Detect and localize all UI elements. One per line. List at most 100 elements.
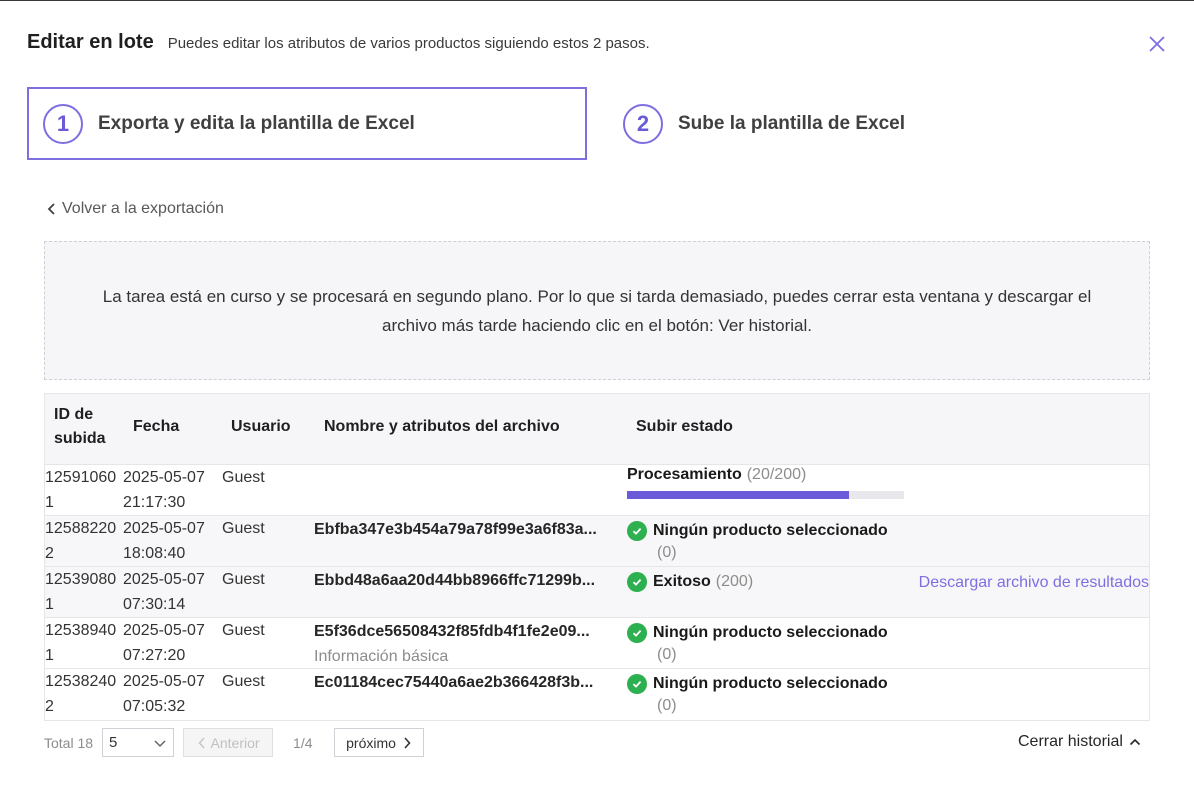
upload-id: 12538240 2 [45, 669, 123, 719]
notice-text: La tarea está en curso y se procesará en… [102, 286, 1092, 335]
close-history-link[interactable]: Cerrar historial [1018, 733, 1141, 751]
back-link-label: Volver a la exportación [62, 200, 224, 217]
check-circle-icon [627, 571, 647, 592]
upload-user: Guest [222, 673, 265, 690]
close-icon[interactable] [1146, 33, 1168, 55]
upload-id-part1: 12538940 [45, 622, 117, 639]
progress-bar [627, 491, 904, 499]
upload-id-part1: 12538240 [45, 673, 117, 690]
upload-date-time: 21:17:30 [123, 494, 186, 511]
upload-id: 12539080 1 [45, 567, 123, 617]
processing-notice: La tarea está en curso y se procesará en… [44, 241, 1150, 380]
upload-user: Guest [222, 469, 265, 486]
upload-date: 2025-05-07 07:30:14 [123, 567, 223, 617]
upload-date-day: 2025-05-07 [123, 520, 205, 537]
status-count: (0) [657, 646, 677, 663]
upload-date-time: 07:30:14 [123, 596, 186, 613]
next-page-button[interactable]: próximo [334, 728, 425, 757]
check-circle-icon [627, 622, 647, 643]
status-text: Procesamiento [627, 466, 742, 483]
previous-page-label: Anterior [210, 734, 260, 751]
upload-date: 2025-05-07 18:08:40 [123, 516, 223, 566]
header-date: Fecha [133, 418, 180, 435]
upload-status: Procesamiento (20/200) [627, 462, 904, 499]
file-cell: Ebbd48a6aa20d44bb8966ffc71299b... [314, 568, 624, 593]
dialog-title: Editar en lote [27, 31, 154, 53]
header-user: Usuario [231, 418, 291, 435]
status-text: Ningún producto seleccionado [653, 624, 888, 641]
upload-date-day: 2025-05-07 [123, 622, 205, 639]
upload-date-day: 2025-05-07 [123, 673, 205, 690]
previous-page-button[interactable]: Anterior [183, 728, 274, 757]
status-count: (0) [657, 544, 677, 561]
upload-id-part2: 1 [45, 596, 54, 613]
file-attribute: Información básica [314, 648, 449, 665]
step-2[interactable]: 2 Sube la plantilla de Excel [605, 87, 1165, 160]
upload-status: Ningún producto seleccionado (0) [627, 620, 888, 665]
upload-date: 2025-05-07 21:17:30 [123, 465, 223, 515]
file-name: Ebbd48a6aa20d44bb8966ffc71299b... [314, 572, 596, 589]
upload-id-part2: 1 [45, 647, 54, 664]
step-1-number: 1 [43, 103, 83, 144]
file-name: Ebfba347e3b454a79a78f99e3a6f83a... [314, 521, 597, 538]
file-name: Ec01184cec75440a6ae2b366428f3b... [314, 674, 594, 691]
check-circle-icon [627, 520, 647, 541]
table-row: 12588220 2 2025-05-07 18:08:40 Guest Ebf… [45, 516, 1149, 567]
page-size-value: 5 [109, 734, 118, 751]
status-count: (200) [715, 573, 754, 590]
upload-user: Guest [222, 622, 265, 639]
upload-id: 12538940 1 [45, 618, 123, 668]
header-file: Nombre y atributos del archivo [324, 418, 560, 435]
table-header: ID de subida Fecha Usuario Nombre y atri… [45, 394, 1149, 465]
table-row: 12539080 1 2025-05-07 07:30:14 Guest Ebb… [45, 567, 1149, 618]
upload-id-part2: 2 [45, 698, 54, 715]
status-text: Ningún producto seleccionado [653, 522, 888, 539]
next-page-label: próximo [346, 734, 396, 751]
pagination: Total 18 5 Anterior 1/4 próximo [44, 728, 425, 757]
dialog-subtitle: Puedes editar los atributos de varios pr… [167, 35, 650, 52]
upload-user: Guest [222, 520, 265, 537]
file-cell: Ec01184cec75440a6ae2b366428f3b... [314, 670, 624, 695]
step-1[interactable]: 1 Exporta y edita la plantilla de Excel [27, 87, 587, 160]
upload-date-time: 07:27:20 [123, 647, 186, 664]
file-name: E5f36dce56508432f85fdb4f1fe2e09... [314, 623, 590, 640]
table-row: 12591060 1 2025-05-07 21:17:30 Guest Pro… [45, 465, 1149, 516]
status-text: Ningún producto seleccionado [653, 675, 888, 692]
page-size-select[interactable]: 5 [102, 728, 175, 757]
chevron-left-icon [197, 736, 205, 749]
top-border [0, 0, 1194, 1]
table-row: 12538940 1 2025-05-07 07:27:20 Guest E5f… [45, 618, 1149, 669]
file-cell: Ebfba347e3b454a79a78f99e3a6f83a... [314, 517, 624, 542]
upload-history-table: ID de subida Fecha Usuario Nombre y atri… [44, 393, 1150, 721]
upload-id: 12591060 1 [45, 465, 123, 515]
upload-date-day: 2025-05-07 [123, 571, 205, 588]
upload-id-part2: 2 [45, 545, 54, 562]
status-text: Exitoso [653, 573, 711, 590]
upload-status: Ningún producto seleccionado (0) [627, 671, 888, 716]
upload-status: Exitoso (200) [627, 569, 753, 594]
page-indicator: 1/4 [293, 734, 313, 751]
upload-id: 12588220 2 [45, 516, 123, 566]
header-id: ID de subida [54, 403, 106, 451]
total-count: Total 18 [44, 734, 94, 751]
step-1-label: Exporta y edita la plantilla de Excel [98, 112, 415, 134]
header-status: Subir estado [636, 418, 733, 435]
upload-id-part1: 12588220 [45, 520, 117, 537]
step-2-label: Sube la plantilla de Excel [678, 112, 906, 134]
status-count: (0) [657, 697, 677, 714]
back-to-export-link[interactable]: Volver a la exportación [46, 200, 224, 218]
upload-id-part1: 12539080 [45, 571, 117, 588]
chevron-down-icon [154, 739, 166, 747]
upload-date-time: 07:05:32 [123, 698, 186, 715]
upload-date-time: 18:08:40 [123, 545, 186, 562]
upload-date-day: 2025-05-07 [123, 469, 205, 486]
progress-fill [627, 491, 849, 499]
header-id-line1: ID de [54, 406, 94, 423]
download-results-link[interactable]: Descargar archivo de resultados [919, 570, 1149, 595]
upload-user: Guest [222, 571, 265, 588]
upload-status: Ningún producto seleccionado (0) [627, 518, 888, 563]
upload-date: 2025-05-07 07:27:20 [123, 618, 223, 668]
upload-id-part1: 12591060 [45, 469, 117, 486]
header-id-line2: subida [54, 430, 106, 447]
chevron-left-icon [47, 203, 55, 215]
